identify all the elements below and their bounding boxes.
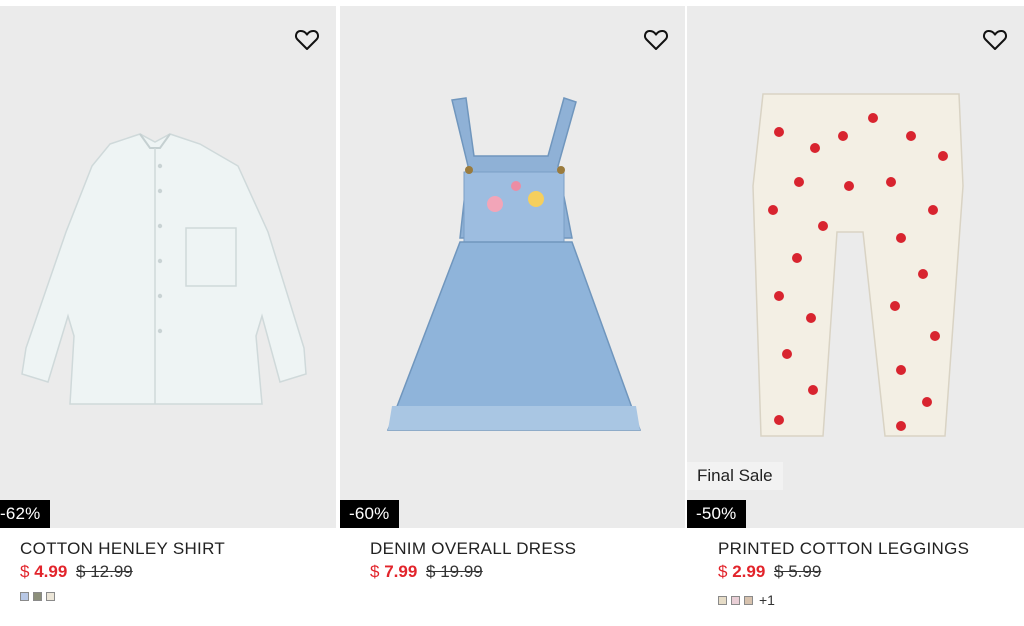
product-info: DENIM OVERALL DRESS $ 7.99 $ 19.99: [370, 538, 675, 583]
favorite-heart-icon[interactable]: [982, 28, 1008, 52]
product-card-cotton-leggings[interactable]: Final Sale -50% PRINTED COTTON LEGGINGS …: [687, 0, 1024, 626]
product-info: COTTON HENLEY SHIRT $ 4.99 $ 12.99: [20, 538, 328, 601]
original-price: $ 19.99: [426, 562, 483, 581]
discount-badge: -62%: [0, 500, 50, 528]
product-prices: $ 7.99 $ 19.99: [370, 561, 675, 583]
color-swatch[interactable]: [744, 595, 753, 605]
favorite-heart-icon[interactable]: [294, 28, 320, 52]
sale-price: $ 4.99: [20, 562, 68, 581]
color-swatch[interactable]: [33, 592, 42, 601]
original-price: $ 5.99: [774, 562, 822, 581]
original-price: $ 12.99: [76, 562, 133, 581]
favorite-heart-icon[interactable]: [643, 28, 669, 52]
color-swatch[interactable]: [718, 595, 727, 605]
denim-dress-image: [386, 97, 642, 431]
more-colors-count[interactable]: +1: [759, 592, 775, 608]
color-swatch[interactable]: [731, 595, 740, 605]
product-title[interactable]: DENIM OVERALL DRESS: [370, 538, 675, 560]
product-card-denim-dress[interactable]: -60% DENIM OVERALL DRESS $ 7.99 $ 19.99: [340, 0, 685, 626]
sale-price: $ 2.99: [718, 562, 766, 581]
discount-badge: -60%: [340, 500, 399, 528]
product-info: PRINTED COTTON LEGGINGS $ 2.99 $ 5.99 +1: [718, 538, 1014, 608]
discount-badge: -50%: [687, 500, 746, 528]
product-title[interactable]: COTTON HENLEY SHIRT: [20, 538, 328, 560]
product-image-denim-dress[interactable]: -60%: [340, 6, 685, 528]
product-image-henley-shirt[interactable]: -62%: [0, 6, 336, 528]
henley-shirt-image: [21, 133, 307, 405]
product-image-cotton-leggings[interactable]: Final Sale -50%: [687, 6, 1024, 528]
color-swatches: +1: [718, 592, 1014, 608]
leggings-image: [752, 93, 964, 437]
product-prices: $ 2.99 $ 5.99: [718, 561, 1014, 583]
sale-price: $ 7.99: [370, 562, 418, 581]
color-swatch[interactable]: [20, 592, 29, 601]
product-title[interactable]: PRINTED COTTON LEGGINGS: [718, 538, 1014, 560]
color-swatches: [20, 592, 328, 601]
color-swatch[interactable]: [46, 592, 55, 601]
product-card-henley-shirt[interactable]: -62% COTTON HENLEY SHIRT $ 4.99 $ 12.99: [0, 0, 338, 626]
product-grid: -62% COTTON HENLEY SHIRT $ 4.99 $ 12.99: [0, 0, 1024, 626]
product-prices: $ 4.99 $ 12.99: [20, 561, 328, 583]
final-sale-badge: Final Sale: [687, 462, 783, 490]
